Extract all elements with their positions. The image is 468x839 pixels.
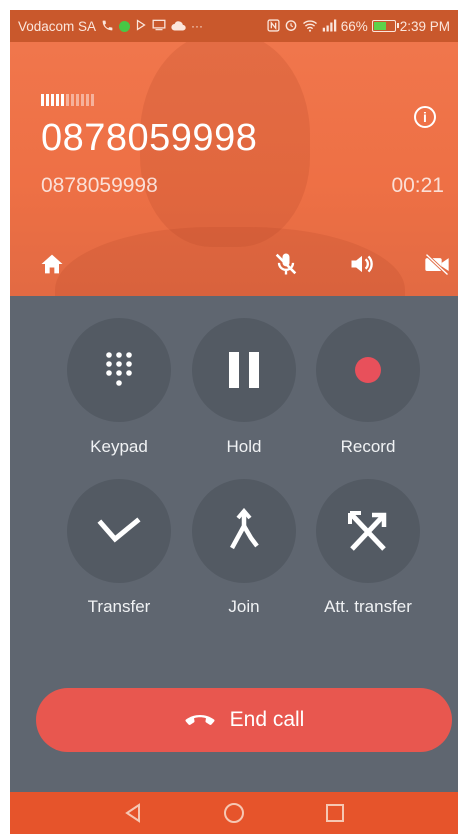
signal-bar [51,94,54,106]
call-header: i 0878059998 0878059998 00:21 [10,42,458,296]
keypad-button[interactable] [67,318,171,422]
cell-signal-icon [322,19,337,34]
mute-mic-icon[interactable] [272,250,300,278]
cloud-icon [171,20,186,33]
nfc-icon [267,18,280,34]
signal-bar [41,94,44,106]
status-bar: Vodacom SA ··· 66% 2:39 PM [10,10,458,42]
attended-transfer-button[interactable] [316,479,420,583]
signal-bar [66,94,69,106]
call-timer: 00:21 [391,174,444,197]
pause-icon [229,352,259,388]
play-store-icon [135,19,147,33]
phone-screen: Vodacom SA ··· 66% 2:39 PM i 0878059998 … [10,10,458,834]
alarm-icon [284,18,298,34]
green-dot-icon [119,20,131,32]
battery-icon [371,20,399,32]
transfer-icon [97,517,141,543]
info-icon[interactable]: i [414,106,436,128]
attended-transfer-icon [348,511,387,551]
signal-bar [61,94,64,106]
end-call-button[interactable]: End call [36,688,452,752]
signal-bar [91,94,94,106]
back-icon[interactable] [123,803,143,823]
record-label: Record [340,437,396,456]
join-button[interactable] [192,479,296,583]
recents-icon[interactable] [325,803,345,823]
video-off-icon[interactable] [423,250,451,278]
record-icon [355,357,381,383]
record-button[interactable] [316,318,420,422]
signal-bar [81,94,84,106]
carrier-name: Vodacom SA [18,18,97,34]
wifi-icon [302,19,318,34]
home-circle-icon[interactable] [223,802,245,824]
keypad-icon [106,352,132,386]
signal-bar [76,94,79,106]
attended-transfer-label: Att. transfer [324,597,412,616]
cast-icon [152,19,166,33]
transfer-button[interactable] [67,479,171,583]
call-quality-indicator [41,94,94,106]
caller-name: 0878059998 [41,117,258,159]
caller-number: 0878059998 [41,174,158,197]
more-icon: ··· [191,19,204,33]
signal-bar [71,94,74,106]
hangup-icon [185,715,215,725]
home-icon[interactable] [38,250,66,278]
signal-bar [86,94,89,106]
status-left: Vodacom SA ··· [18,19,203,34]
hold-button[interactable] [192,318,296,422]
navigation-bar [10,792,458,834]
battery-percent: 66% [340,18,368,34]
phone-icon [101,19,114,34]
merge-icon [230,508,259,550]
signal-bar [46,94,49,106]
speaker-icon[interactable] [348,250,376,278]
signal-bar [56,94,59,106]
status-time: 2:39 PM [399,18,450,34]
status-right: 66% 2:39 PM [267,18,450,34]
end-call-label: End call [229,708,305,731]
